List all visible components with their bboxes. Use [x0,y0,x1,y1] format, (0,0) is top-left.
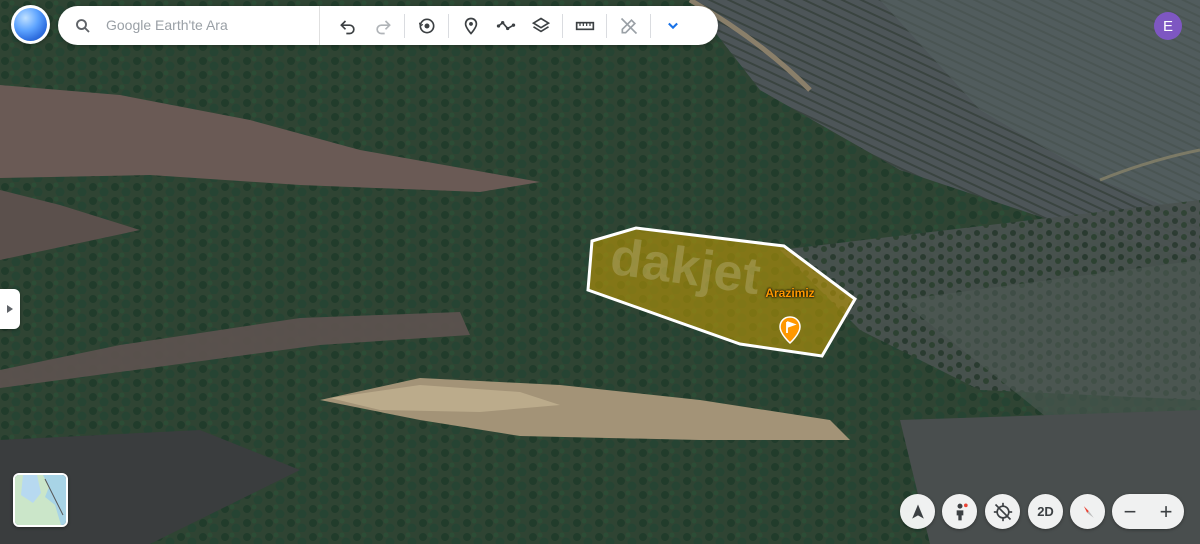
top-toolbar [58,6,718,45]
avatar[interactable]: E [1154,12,1182,40]
minimap-thumbnail[interactable] [13,473,68,527]
search-input[interactable] [106,14,311,36]
measure-icon [575,21,594,30]
redo-button[interactable] [365,8,400,43]
toolbar-divider [448,13,449,38]
edit-tools-icon [620,17,637,34]
placemark-label[interactable]: Arazimiz [748,286,832,300]
search-icon [76,19,90,33]
undo-icon [339,19,355,34]
map-viewport[interactable]: dakjet [0,0,1200,544]
globe-icon [14,8,47,41]
layers-button[interactable] [523,8,558,43]
toolbar-divider [606,13,607,38]
placemark-pin-icon[interactable] [779,316,801,349]
toolbar-divider [404,13,405,38]
draw-path-icon [496,20,515,30]
chevron-down-icon [667,22,678,29]
chevron-right-icon [7,305,13,313]
satellite-imagery: dakjet [0,0,1200,544]
layers-icon [531,17,550,32]
toolbar-divider [650,13,651,38]
add-placemark-icon [464,17,477,35]
draw-path-button[interactable] [488,8,523,43]
search-box[interactable] [58,6,320,45]
measure-button[interactable] [567,8,602,43]
compass-button[interactable] [1070,494,1105,529]
zoom-in-button[interactable]: + [1148,494,1184,529]
historical-imagery-button[interactable] [409,8,444,43]
location-off-button[interactable] [985,494,1020,529]
historical-imagery-icon [418,18,434,33]
compass-needle-icon [1083,505,1094,518]
edit-tools-button[interactable] [611,8,646,43]
expand-toolbar-button[interactable] [655,8,690,43]
pegman-icon [956,503,968,520]
earth-logo-button[interactable] [11,5,50,44]
toolbar-divider [562,13,563,38]
undo-button[interactable] [330,8,365,43]
zoom-out-button[interactable]: − [1112,494,1148,529]
view-mode-toggle[interactable]: 2D [1028,494,1063,529]
map-thumbnail-image [15,475,66,525]
location-disabled-icon [993,502,1012,521]
street-view-button[interactable] [942,494,977,529]
navigation-arrow-icon [911,504,924,519]
compass-north-button[interactable] [900,494,935,529]
redo-icon [375,19,391,34]
side-panel-toggle[interactable] [0,289,20,329]
zoom-controls: − + [1112,494,1184,529]
add-placemark-button[interactable] [453,8,488,43]
